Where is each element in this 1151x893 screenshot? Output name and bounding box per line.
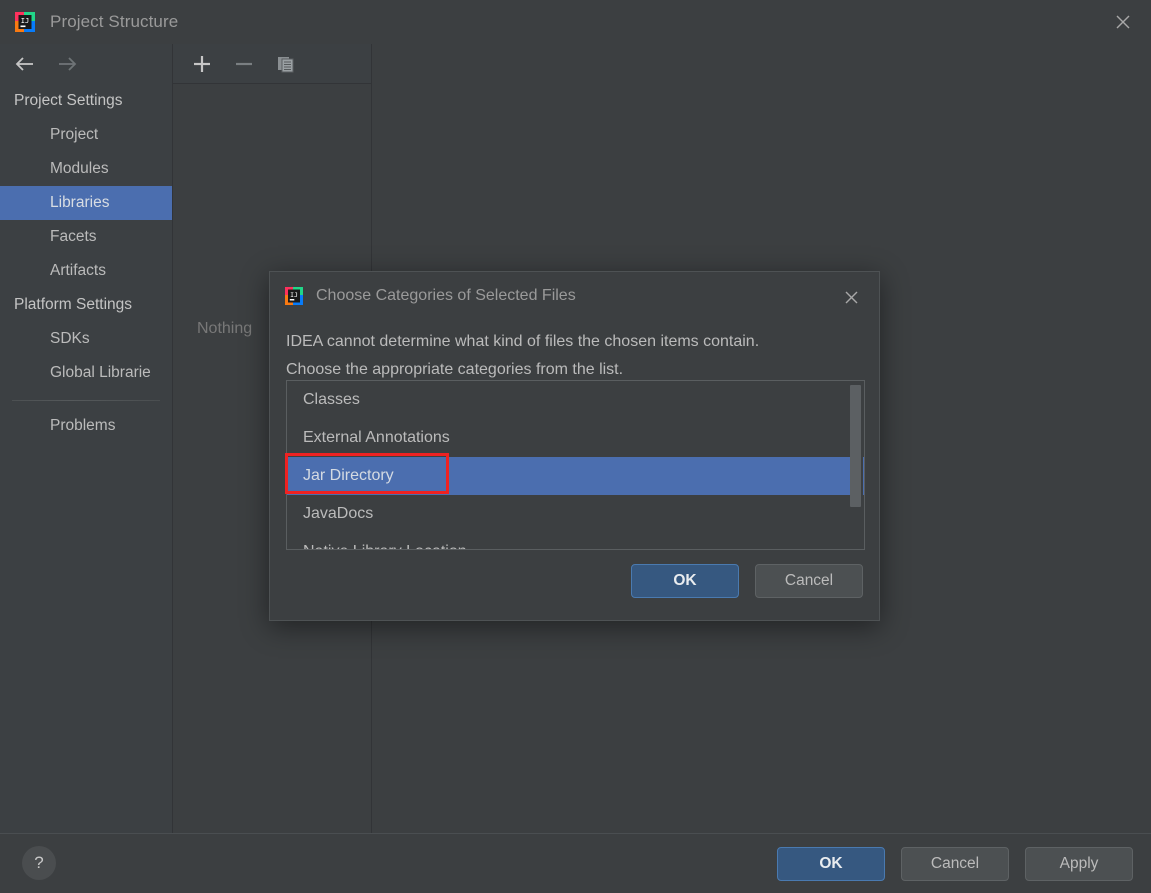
sidebar-item-libraries[interactable]: Libraries: [0, 186, 172, 220]
divider-sidebar-middle: [172, 44, 173, 853]
modal-cancel-button[interactable]: Cancel: [755, 564, 863, 598]
dialog-title: Choose Categories of Selected Files: [316, 287, 576, 304]
dialog-titlebar: IJ Choose Categories of Selected Files: [270, 272, 879, 320]
sidebar-item-label: Project Settings: [14, 92, 123, 109]
sidebar-item-label: Modules: [50, 160, 109, 177]
sidebar-item-label: Libraries: [50, 194, 110, 211]
navigation-strip: [0, 44, 172, 84]
dialog-button-row: OK Cancel: [631, 564, 863, 598]
sidebar-item-label: Problems: [50, 417, 116, 434]
sidebar-item-label: Facets: [50, 228, 97, 245]
list-item-label: Classes: [303, 391, 360, 408]
sidebar-item-facets[interactable]: Facets: [0, 220, 172, 254]
dialog-message-line-1: IDEA cannot determine what kind of files…: [286, 333, 760, 350]
sidebar-item-project[interactable]: Project: [0, 118, 172, 152]
libraries-toolbar: [173, 44, 371, 84]
settings-sidebar[interactable]: Project Settings Project Modules Libraries F…: [0, 84, 172, 893]
sidebar-item-modules[interactable]: Modules: [0, 152, 172, 186]
intellij-idea-logo-icon: IJ: [284, 286, 304, 306]
project-structure-window: IJ Project Structure Project Settings Pr…: [0, 0, 1151, 893]
list-item-javadocs[interactable]: JavaDocs: [287, 495, 864, 533]
arrow-left-icon[interactable]: [12, 51, 38, 77]
sidebar-group-platform-settings: Platform Settings: [0, 288, 172, 322]
sidebar-item-label: Platform Settings: [14, 296, 133, 313]
sidebar-item-label: Project: [50, 126, 99, 143]
sidebar-group-project-settings: Project Settings: [0, 84, 172, 118]
sidebar-item-label: Artifacts: [50, 262, 106, 279]
window-title: Project Structure: [50, 12, 179, 31]
list-item-jar-directory[interactable]: Jar Directory: [287, 457, 864, 495]
window-bottom-bar: ? OK Cancel Apply: [0, 833, 1151, 893]
window-button-row: OK Cancel Apply: [777, 847, 1133, 881]
arrow-right-icon: [54, 51, 80, 77]
dialog-close-icon[interactable]: [829, 278, 873, 316]
svg-text:IJ: IJ: [21, 17, 29, 25]
libraries-empty-text: Nothing: [197, 320, 253, 337]
categories-list-scroll-thumb[interactable]: [850, 385, 861, 507]
window-titlebar: IJ Project Structure: [0, 0, 1151, 44]
list-item-native-library-location[interactable]: Native Library Location: [287, 533, 864, 549]
plus-icon[interactable]: [189, 51, 215, 77]
cancel-button[interactable]: Cancel: [901, 847, 1009, 881]
list-item-label: External Annotations: [303, 429, 450, 446]
sidebar-item-artifacts[interactable]: Artifacts: [0, 254, 172, 288]
window-close-icon[interactable]: [1095, 0, 1151, 44]
choose-categories-dialog: IJ Choose Categories of Selected Files I…: [269, 271, 880, 621]
sidebar-item-sdks[interactable]: SDKs: [0, 322, 172, 356]
minus-icon[interactable]: [231, 51, 257, 77]
list-item-label: Native Library Location: [303, 543, 467, 549]
copy-icon[interactable]: [273, 51, 299, 77]
list-item-external-annotations[interactable]: External Annotations: [287, 419, 864, 457]
help-button[interactable]: ?: [22, 846, 56, 880]
sidebar-item-global-libraries[interactable]: Global Librarie: [0, 356, 172, 390]
intellij-idea-logo-icon: IJ: [14, 11, 36, 33]
modal-ok-button[interactable]: OK: [631, 564, 739, 598]
sidebar-item-label: Global Librarie: [50, 364, 151, 381]
sidebar-item-problems[interactable]: Problems: [0, 409, 172, 443]
svg-text:IJ: IJ: [290, 291, 298, 299]
sidebar-item-label: SDKs: [50, 330, 90, 347]
categories-list-scrollbar[interactable]: [850, 382, 863, 548]
sidebar-separator: [12, 400, 160, 401]
list-item-label: JavaDocs: [303, 505, 374, 522]
dialog-message: IDEA cannot determine what kind of files…: [270, 320, 879, 384]
ok-button[interactable]: OK: [777, 847, 885, 881]
categories-list[interactable]: Classes External Annotations Jar Directory…: [286, 380, 865, 550]
list-item-label: Jar Directory: [303, 467, 394, 484]
apply-button[interactable]: Apply: [1025, 847, 1133, 881]
list-item-classes[interactable]: Classes: [287, 381, 864, 419]
